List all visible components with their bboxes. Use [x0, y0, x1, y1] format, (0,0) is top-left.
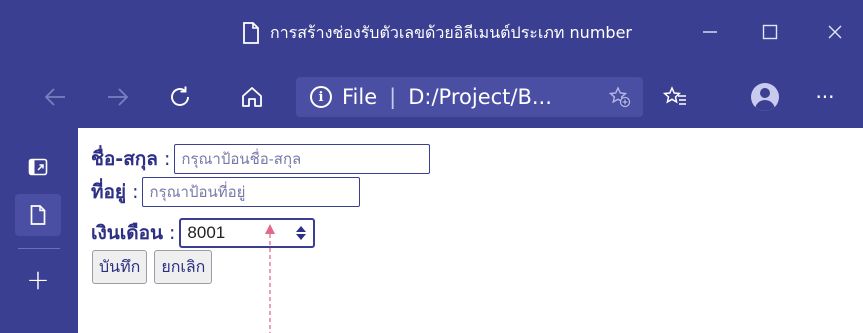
browser-toolbar: i File | D:/Project/B... ···	[0, 66, 863, 128]
add-favorite-icon	[608, 86, 631, 108]
title-bar: การสร้างช่องรับตัวเลขด้วยอิลีเมนต์ประเภท…	[0, 0, 863, 66]
add-favorite-button[interactable]	[600, 79, 640, 115]
address-separator: |	[389, 85, 397, 109]
favorites-button[interactable]	[655, 79, 695, 115]
new-tab-button[interactable]: +	[15, 258, 61, 300]
annotation-arrow-icon	[265, 224, 275, 333]
button-row: บันทึก ยกเลิก	[92, 250, 213, 284]
name-input[interactable]: กรุณาป้อนชื่อ-สกุล	[174, 144, 431, 174]
address-placeholder: กรุณาป้อนที่อยู่	[149, 184, 246, 201]
address-input[interactable]: กรุณาป้อนที่อยู่	[142, 177, 361, 207]
home-icon	[242, 87, 262, 107]
address-label: ที่อยู่	[91, 181, 127, 203]
sidebar-divider	[18, 248, 60, 249]
address-bar[interactable]: i File | D:/Project/B...	[296, 77, 643, 117]
save-button[interactable]: บันทึก	[92, 250, 148, 284]
vertical-tabs-sidebar: +	[0, 128, 78, 333]
name-label: ชื่อ-สกุล	[91, 148, 158, 170]
name-colon: :	[163, 148, 171, 170]
maximize-button[interactable]	[750, 16, 790, 48]
page-content: ชื่อ-สกุล : กรุณาป้อนชื่อ-สกุล ที่อยู่ :…	[78, 128, 863, 333]
salary-label: เงินเดือน	[91, 222, 163, 244]
tab-actions-button[interactable]	[15, 146, 61, 188]
more-button[interactable]: ···	[805, 79, 845, 115]
minimize-button[interactable]	[690, 16, 730, 48]
spinner-up-icon[interactable]	[296, 226, 307, 232]
cancel-button[interactable]: ยกเลิก	[154, 250, 213, 284]
tab-actions-icon	[28, 158, 48, 176]
salary-colon: :	[169, 222, 176, 244]
back-button[interactable]	[35, 79, 75, 115]
profile-button[interactable]	[745, 79, 785, 115]
plus-icon: +	[26, 262, 50, 296]
name-row: ชื่อ-สกุล : กรุณาป้อนชื่อ-สกุล	[91, 144, 431, 174]
refresh-button[interactable]	[160, 79, 200, 115]
salary-number-input[interactable]: 8001	[179, 218, 316, 248]
address-path: D:/Project/B...	[408, 85, 552, 109]
info-icon[interactable]: i	[310, 86, 332, 108]
forward-arrow-icon	[108, 88, 129, 106]
back-arrow-icon	[44, 88, 65, 106]
window-title: การสร้างช่องรับตัวเลขด้วยอิลีเมนต์ประเภท…	[270, 22, 632, 42]
favorites-icon	[663, 86, 686, 105]
salary-value: 8001	[187, 223, 226, 242]
maximize-icon	[762, 24, 778, 40]
more-icon: ···	[815, 85, 835, 109]
browser-window: การสร้างช่องรับตัวเลขด้วยอิลีเมนต์ประเภท…	[0, 0, 863, 333]
profile-icon	[751, 83, 779, 111]
address-row: ที่อยู่ : กรุณาป้อนที่อยู่	[91, 177, 361, 207]
name-placeholder: กรุณาป้อนชื่อ-สกุล	[181, 151, 302, 168]
current-tab[interactable]	[15, 194, 61, 236]
home-button[interactable]	[232, 79, 272, 115]
window-title-group: การสร้างช่องรับตัวเลขด้วยอิลีเมนต์ประเภท…	[242, 20, 632, 46]
minimize-icon	[703, 31, 717, 33]
forward-button[interactable]	[98, 79, 138, 115]
spinner-down-icon[interactable]	[296, 234, 307, 240]
address-colon: :	[132, 181, 139, 203]
address-scheme: File	[342, 85, 378, 109]
salary-row: เงินเดือน : 8001	[91, 218, 316, 248]
document-icon	[242, 22, 260, 44]
close-button[interactable]	[815, 16, 855, 48]
spinner-icon[interactable]	[295, 226, 307, 240]
close-icon	[828, 25, 842, 39]
page-icon	[30, 205, 46, 225]
refresh-icon	[171, 86, 189, 106]
